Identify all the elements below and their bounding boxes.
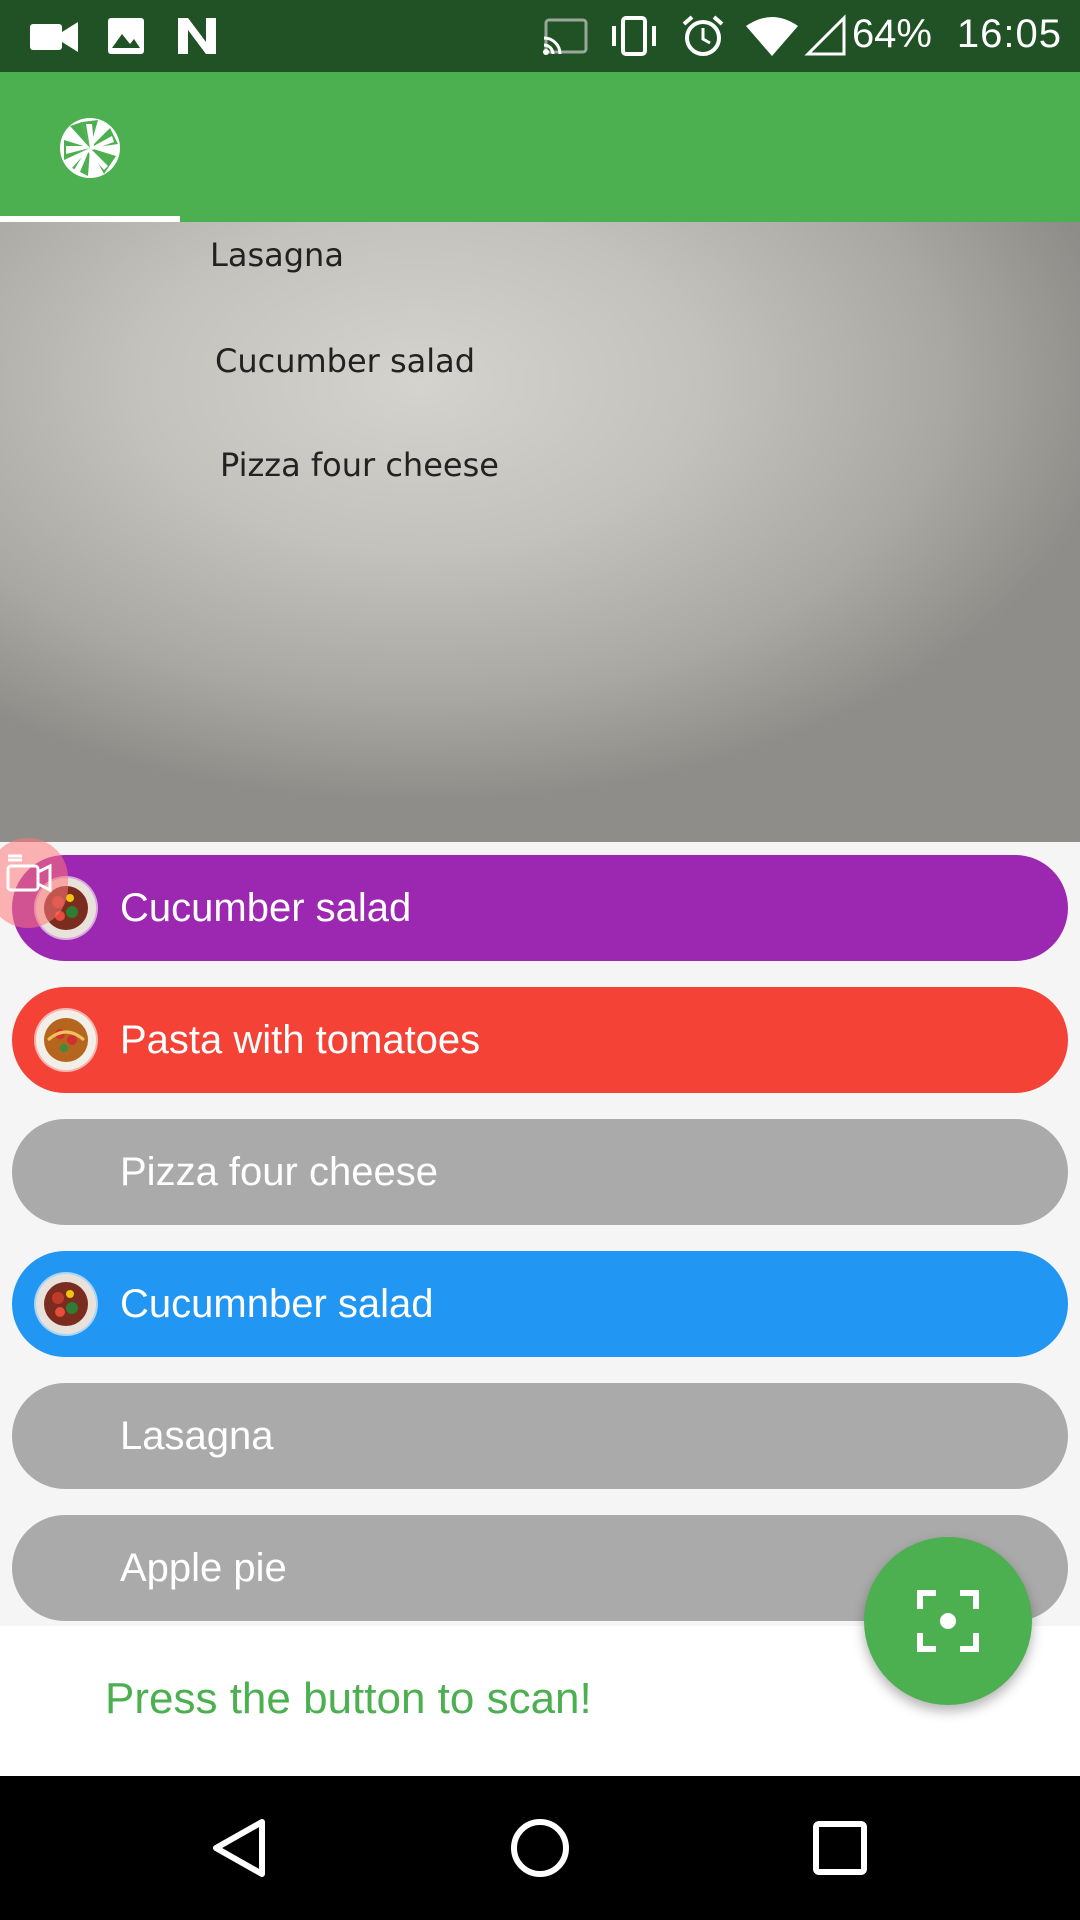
- cast-icon: [543, 18, 588, 55]
- camera-preview: Lasagna Cucumber salad Pizza four cheese: [0, 222, 1080, 842]
- dish-item[interactable]: Cucumber salad: [12, 855, 1068, 961]
- back-icon[interactable]: [210, 1818, 270, 1878]
- tab-camera[interactable]: [0, 72, 180, 222]
- preview-text-line: Lasagna: [210, 236, 344, 274]
- dish-label: Lasagna: [120, 1414, 274, 1458]
- status-bar: 64% 16:05: [0, 0, 1080, 72]
- scan-button[interactable]: [864, 1537, 1032, 1705]
- gallery-icon: [108, 18, 144, 54]
- home-icon[interactable]: [509, 1817, 571, 1879]
- app-bar: [0, 72, 1080, 222]
- dish-label: Cucumnber salad: [120, 1282, 434, 1326]
- n-logo-icon: [178, 18, 216, 54]
- preview-text-line: Cucumber salad: [215, 342, 476, 380]
- pasta-thumbnail: [36, 1010, 96, 1070]
- wifi-icon: [746, 17, 798, 56]
- recorder-icon: [6, 854, 52, 893]
- dish-item[interactable]: Lasagna: [12, 1383, 1068, 1489]
- alarm-icon: [682, 15, 724, 56]
- clock: 16:05: [956, 12, 1062, 56]
- dish-item[interactable]: Cucumnber salad: [12, 1251, 1068, 1357]
- navigation-bar: [0, 1776, 1080, 1920]
- scan-focus-icon: [917, 1590, 979, 1652]
- recents-icon[interactable]: [812, 1820, 868, 1876]
- dish-label: Cucumber salad: [120, 886, 412, 930]
- signal-icon: [804, 14, 846, 56]
- preview-text-line: Pizza four cheese: [220, 446, 499, 484]
- dish-list: Cucumber salad Pasta with tomatoes Pizza…: [0, 842, 1080, 1626]
- video-camera-icon: [30, 22, 78, 52]
- dish-label: Apple pie: [120, 1546, 287, 1590]
- dish-item[interactable]: Pizza four cheese: [12, 1119, 1068, 1225]
- battery-level: 64%: [851, 12, 932, 56]
- dish-label: Pasta with tomatoes: [120, 1018, 481, 1062]
- recorder-overlay-bubble[interactable]: [0, 838, 68, 928]
- dish-label: Pizza four cheese: [120, 1150, 438, 1194]
- salad-thumbnail: [36, 1274, 96, 1334]
- vibrate-icon: [612, 16, 656, 56]
- dish-item[interactable]: Pasta with tomatoes: [12, 987, 1068, 1093]
- scan-prompt: Press the button to scan!: [105, 1674, 592, 1723]
- camera-aperture-icon: [60, 118, 120, 178]
